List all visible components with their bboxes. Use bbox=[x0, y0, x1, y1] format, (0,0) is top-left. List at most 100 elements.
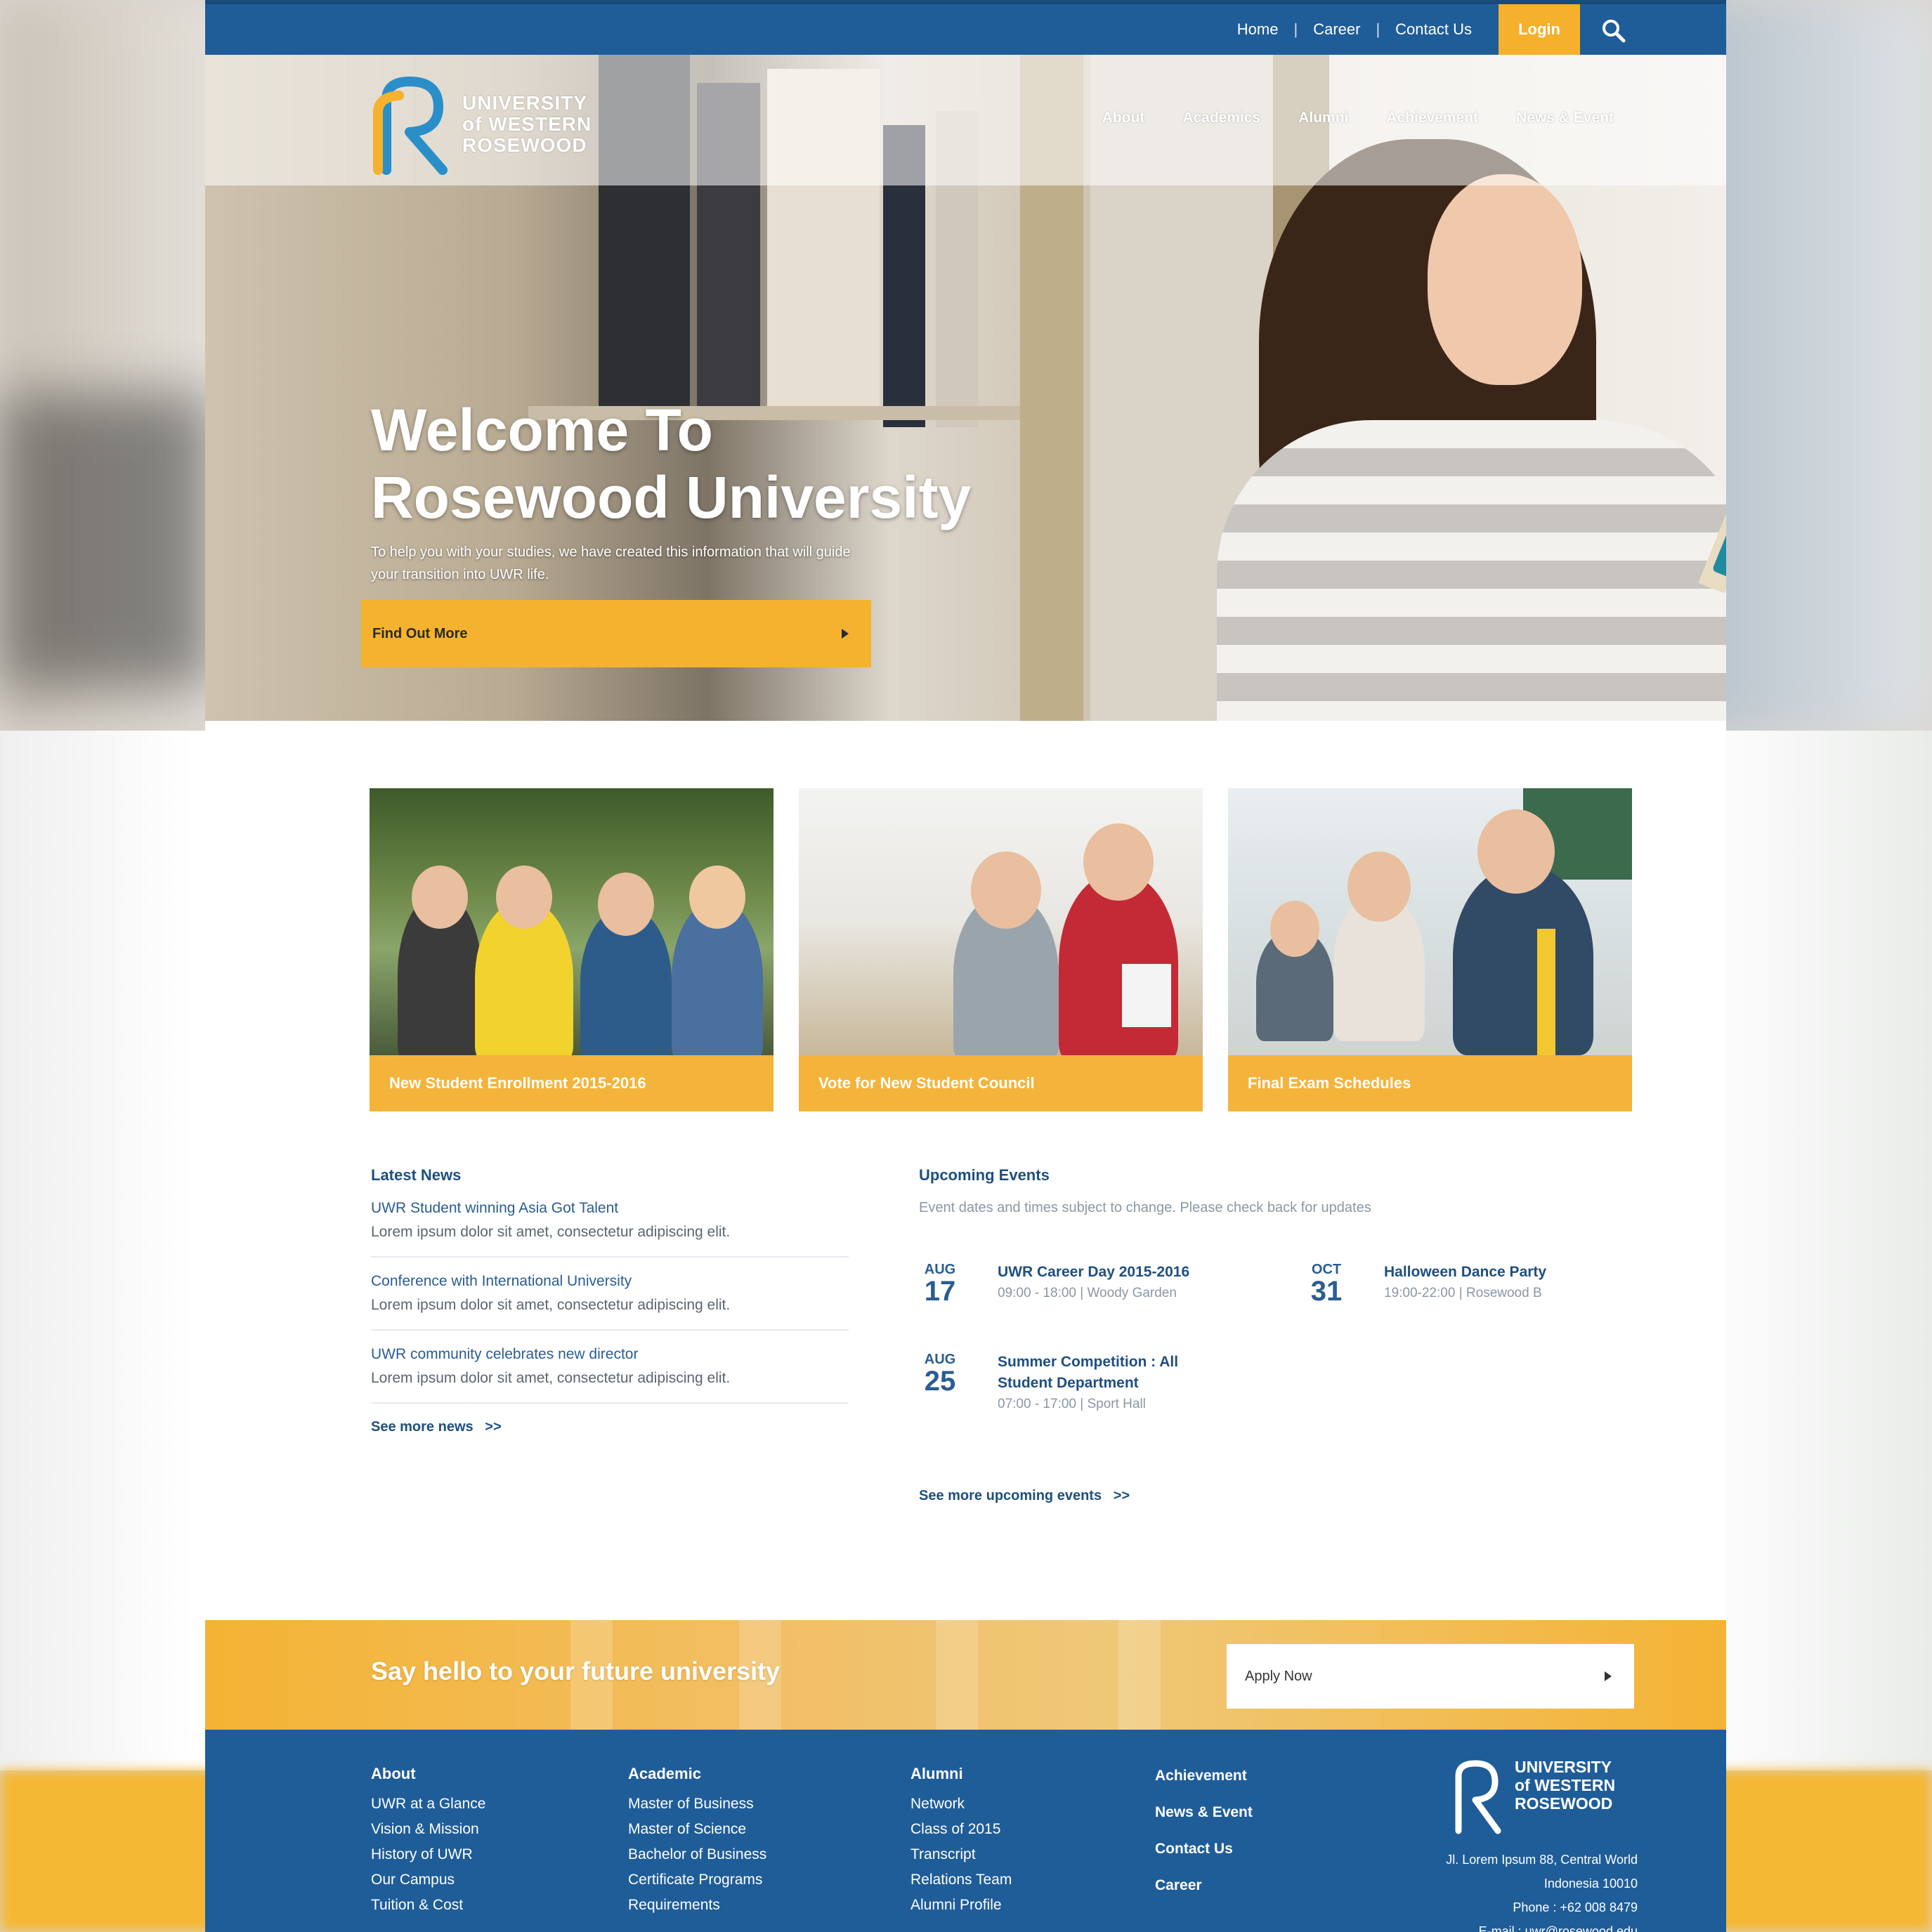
footer-column-about: About UWR at a Glance Vision & Mission H… bbox=[371, 1765, 485, 1918]
footer-link[interactable]: Bachelor of Business bbox=[628, 1842, 766, 1867]
events-note: Event dates and times subject to change.… bbox=[919, 1200, 1371, 1215]
hero-title: Welcome To Rosewood University bbox=[371, 397, 972, 530]
news-title[interactable]: UWR community celebrates new director bbox=[371, 1346, 849, 1363]
phone-line: Phone : +62 008 8479 bbox=[1513, 1900, 1638, 1914]
event-title: Summer Competition : All Student Departm… bbox=[998, 1354, 1179, 1391]
top-bar: Home | Career | Contact Us Login bbox=[205, 0, 1726, 55]
top-link-contact[interactable]: Contact Us bbox=[1395, 20, 1472, 39]
card-caption: Final Exam Schedules bbox=[1228, 1055, 1632, 1111]
footer-column-academic: Academic Master of Business Master of Sc… bbox=[628, 1765, 766, 1918]
news-item[interactable]: UWR Student winning Asia Got Talent Lore… bbox=[371, 1200, 849, 1258]
feature-card-exam-schedule[interactable]: Final Exam Schedules bbox=[1228, 788, 1632, 1111]
find-out-more-label: Find Out More bbox=[372, 625, 468, 641]
events-heading: Upcoming Events bbox=[919, 1166, 1050, 1184]
email-line: E-mail : uwr@rosewood.edu bbox=[1478, 1924, 1638, 1932]
top-link-home[interactable]: Home bbox=[1237, 20, 1279, 39]
footer-link[interactable]: Vision & Mission bbox=[371, 1817, 485, 1842]
card-caption: Vote for New Student Council bbox=[799, 1055, 1203, 1111]
footer-link[interactable]: Master of Science bbox=[628, 1817, 766, 1842]
footer-link[interactable]: Alumni Profile bbox=[910, 1893, 1012, 1918]
news-title[interactable]: Conference with International University bbox=[371, 1273, 849, 1290]
apply-banner: Say hello to your future university Appl… bbox=[205, 1620, 1726, 1730]
logo-line: of WESTERN bbox=[462, 113, 592, 135]
arrow-right-icon bbox=[1605, 1671, 1612, 1681]
news-body: Lorem ipsum dolor sit amet, consectetur … bbox=[371, 1224, 731, 1240]
logo-line: ROSEWOOD bbox=[1515, 1794, 1613, 1813]
university-logo[interactable]: UNIVERSITY of WESTERN ROSEWOOD bbox=[371, 72, 592, 177]
footer-link[interactable]: Tuition & Cost bbox=[371, 1893, 485, 1918]
footer-link-achievement[interactable]: Achievement bbox=[1155, 1758, 1253, 1794]
apply-now-label: Apply Now bbox=[1245, 1668, 1312, 1684]
event-title: Halloween Dance Party bbox=[1384, 1264, 1547, 1280]
main-header: UNIVERSITY of WESTERN ROSEWOOD About Aca… bbox=[205, 55, 1726, 185]
find-out-more-button[interactable]: Find Out More bbox=[361, 600, 871, 667]
footer-heading: Alumni bbox=[910, 1765, 963, 1782]
nav-alumni[interactable]: Alumni bbox=[1298, 110, 1348, 126]
event-date: AUG 17 bbox=[924, 1262, 956, 1307]
footer-address: Jl. Lorem Ipsum 88, Central World Indone… bbox=[1446, 1848, 1638, 1932]
news-title[interactable]: UWR Student winning Asia Got Talent bbox=[371, 1200, 849, 1217]
logo-line: of WESTERN bbox=[1515, 1776, 1616, 1794]
latest-news: Latest News UWR Student winning Asia Got… bbox=[371, 1166, 849, 1435]
footer-column-alumni: Alumni Network Class of 2015 Transcript … bbox=[910, 1765, 1012, 1918]
footer-link-contact[interactable]: Contact Us bbox=[1155, 1831, 1253, 1867]
footer-link[interactable]: Transcript bbox=[910, 1842, 1012, 1867]
footer-heading: About bbox=[371, 1765, 416, 1782]
logo-r-icon bbox=[373, 77, 448, 175]
footer-link[interactable]: Network bbox=[910, 1791, 1012, 1817]
news-body: Lorem ipsum dolor sit amet, consectetur … bbox=[371, 1297, 731, 1313]
logo-line: UNIVERSITY bbox=[1515, 1758, 1612, 1776]
upcoming-events: Upcoming Events Event dates and times su… bbox=[919, 1166, 1650, 1517]
see-more-news-link[interactable]: See more news >> bbox=[371, 1419, 849, 1435]
logo-line: ROSEWOOD bbox=[462, 134, 587, 156]
nav-achievement[interactable]: Achievement bbox=[1386, 110, 1478, 126]
feature-cards: New Student Enrollment 2015-2016 Vote fo… bbox=[370, 788, 1633, 1111]
hero-subtitle: To help you with your studies, we have c… bbox=[371, 544, 851, 582]
footer-link-career[interactable]: Career bbox=[1155, 1867, 1253, 1904]
footer-link[interactable]: Our Campus bbox=[371, 1867, 485, 1893]
footer-link[interactable]: History of UWR bbox=[371, 1842, 485, 1867]
event-title: UWR Career Day 2015-2016 bbox=[998, 1264, 1190, 1280]
footer-link[interactable]: Relations Team bbox=[910, 1867, 1012, 1893]
footer-link[interactable]: UWR at a Glance bbox=[371, 1791, 485, 1817]
footer-column-links: Achievement News & Event Contact Us Care… bbox=[1155, 1758, 1253, 1904]
arrow-right-icon bbox=[842, 629, 849, 639]
separator: | bbox=[1293, 20, 1298, 38]
footer-logo[interactable]: UNIVERSITY of WESTERN ROSEWOOD bbox=[1449, 1758, 1615, 1835]
footer-link[interactable]: Class of 2015 bbox=[910, 1817, 1012, 1842]
login-button[interactable]: Login bbox=[1499, 4, 1580, 55]
event-details: 07:00 - 17:00 | Sport Hall bbox=[998, 1397, 1146, 1411]
footer-heading: Academic bbox=[628, 1765, 701, 1782]
footer-link-news-event[interactable]: News & Event bbox=[1155, 1794, 1253, 1831]
footer-link[interactable]: Master of Business bbox=[628, 1791, 766, 1817]
event-date: OCT 31 bbox=[1310, 1262, 1343, 1307]
footer-link[interactable]: Certificate Programs bbox=[628, 1867, 766, 1893]
news-item[interactable]: Conference with International University… bbox=[371, 1273, 849, 1331]
see-more-events-link[interactable]: See more upcoming events >> bbox=[919, 1488, 1130, 1504]
apply-tagline: Say hello to your future university bbox=[371, 1657, 781, 1685]
footer-link[interactable]: Requirements bbox=[628, 1893, 766, 1918]
nav-academics[interactable]: Academics bbox=[1182, 110, 1260, 126]
top-link-career[interactable]: Career bbox=[1313, 20, 1360, 39]
address-line: Indonesia 10010 bbox=[1543, 1876, 1638, 1891]
separator: | bbox=[1376, 20, 1381, 38]
students-exam-photo bbox=[1228, 788, 1632, 1055]
website-page: Home | Career | Contact Us Login UNIVERS… bbox=[205, 0, 1726, 1932]
nav-about[interactable]: About bbox=[1102, 110, 1145, 126]
event-date: AUG 25 bbox=[924, 1352, 956, 1397]
logo-r-icon bbox=[1455, 1760, 1501, 1834]
feature-card-student-council[interactable]: Vote for New Student Council bbox=[799, 788, 1203, 1111]
hero-banner: UNIVERSITY of WESTERN ROSEWOOD About Aca… bbox=[205, 55, 1726, 721]
feature-card-enrollment[interactable]: New Student Enrollment 2015-2016 bbox=[370, 788, 774, 1111]
nav-news-event[interactable]: News & Event bbox=[1516, 110, 1614, 126]
apply-now-button[interactable]: Apply Now bbox=[1227, 1644, 1634, 1709]
news-item[interactable]: UWR community celebrates new director Lo… bbox=[371, 1346, 849, 1404]
event-details: 09:00 - 18:00 | Woody Garden bbox=[998, 1286, 1177, 1300]
event-details: 19:00-22:00 | Rosewood B bbox=[1384, 1286, 1542, 1300]
address-line: Jl. Lorem Ipsum 88, Central World bbox=[1446, 1853, 1638, 1867]
students-outdoor-photo bbox=[370, 788, 774, 1062]
top-links: Home | Career | Contact Us bbox=[1237, 4, 1472, 55]
main-nav: About Academics Alumni Achievement News … bbox=[1102, 110, 1614, 126]
search-icon[interactable] bbox=[1600, 17, 1628, 45]
card-caption: New Student Enrollment 2015-2016 bbox=[370, 1055, 774, 1111]
